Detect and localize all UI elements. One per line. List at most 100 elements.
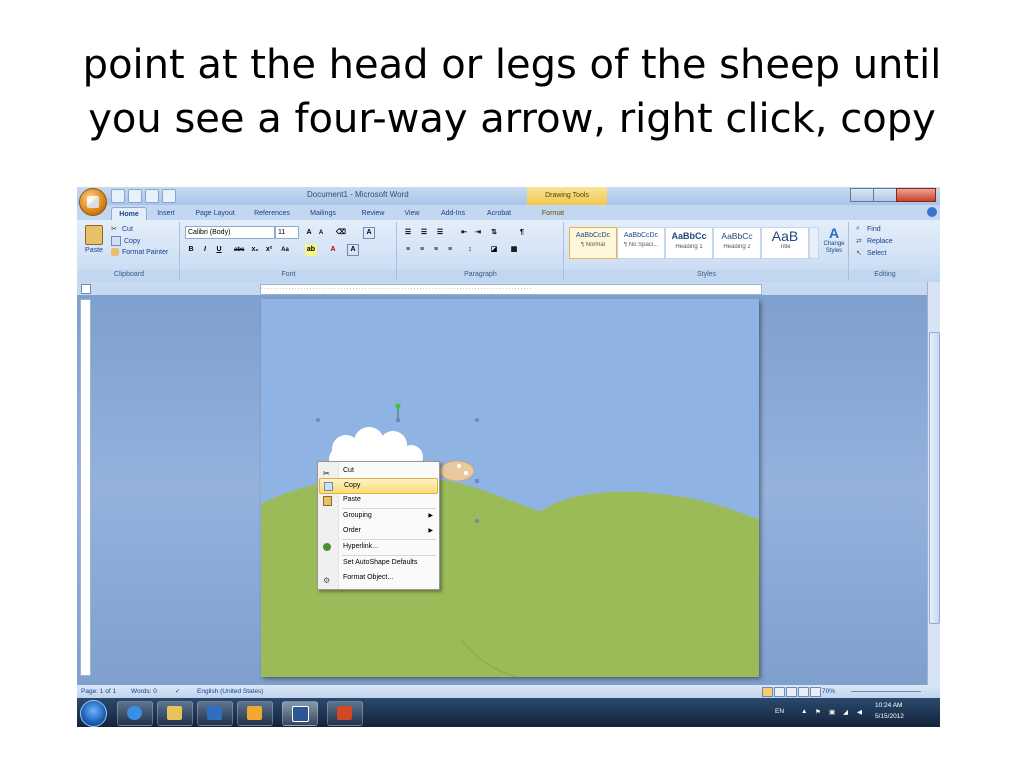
numbering-icon[interactable]: ☰ <box>418 227 430 239</box>
multilevel-list-icon[interactable]: ☰ <box>434 227 446 239</box>
find-button[interactable]: ⌕ Find <box>856 225 881 233</box>
minimize-button[interactable] <box>850 188 874 202</box>
undo-icon[interactable] <box>128 189 142 203</box>
font-name-select[interactable]: Calibri (Body) <box>185 226 275 239</box>
font-size-select[interactable]: 11 <box>275 226 299 239</box>
styles-scroll[interactable] <box>809 227 819 259</box>
copy-button[interactable]: Copy <box>111 236 140 246</box>
character-style-icon[interactable]: A <box>363 227 375 239</box>
increase-indent-icon[interactable]: ⇥ <box>472 227 484 239</box>
page-count[interactable]: Page: 1 of 1 <box>81 685 116 698</box>
tab-review[interactable]: Review <box>357 207 389 220</box>
style-title[interactable]: AaB Title <box>761 227 809 259</box>
show-hide-icon[interactable]: ¶ <box>516 227 528 239</box>
taskbar-explorer[interactable] <box>157 701 193 726</box>
subscript-icon[interactable]: x₂ <box>249 244 261 256</box>
grow-font-icon[interactable]: A <box>303 227 315 239</box>
decrease-indent-icon[interactable]: ⇤ <box>458 227 470 239</box>
clear-format-icon[interactable]: ⌫ <box>335 227 347 239</box>
taskbar-word[interactable] <box>282 701 318 726</box>
shrink-font-icon[interactable]: A <box>315 227 327 239</box>
tab-view[interactable]: View <box>399 207 425 220</box>
paste-button[interactable]: Paste <box>83 225 105 263</box>
network-icon[interactable]: ▣ <box>829 708 835 716</box>
tab-mailings[interactable]: Mailings <box>305 207 341 220</box>
save-icon[interactable] <box>111 189 125 203</box>
action-center-flag-icon[interactable]: ⚑ <box>815 708 821 716</box>
help-icon[interactable] <box>927 207 937 217</box>
italic-icon[interactable]: I <box>199 244 211 256</box>
full-screen-reading-icon[interactable] <box>774 687 785 697</box>
justify-icon[interactable]: ≡ <box>444 244 456 256</box>
format-painter-button[interactable]: Format Painter <box>111 248 168 256</box>
zoom-level[interactable]: 70% <box>822 685 835 698</box>
menu-item-copy[interactable]: Copy <box>319 478 438 494</box>
change-case-icon[interactable]: Aa <box>279 244 291 256</box>
clock-date[interactable]: 5/15/2012 <box>875 713 904 720</box>
taskbar-powerpoint[interactable] <box>327 701 363 726</box>
bold-icon[interactable]: B <box>185 244 197 256</box>
maximize-button[interactable] <box>873 188 897 202</box>
language-indicator[interactable]: EN <box>775 708 784 715</box>
character-shading-icon[interactable]: A <box>347 244 359 256</box>
start-button[interactable] <box>80 700 107 727</box>
style-heading-2[interactable]: AaBbCc Heading 2 <box>713 227 761 259</box>
vertical-scrollbar[interactable] <box>927 282 940 685</box>
vertical-ruler[interactable] <box>80 299 91 676</box>
draft-icon[interactable] <box>810 687 821 697</box>
tab-references[interactable]: References <box>249 207 295 220</box>
cut-button[interactable]: ✂ Cut <box>111 225 133 233</box>
replace-button[interactable]: ⇄ Replace <box>856 237 893 245</box>
menu-item-cut[interactable]: ✂ Cut <box>319 464 438 478</box>
select-button[interactable]: ↖ Select <box>856 249 886 257</box>
font-color-icon[interactable]: A <box>327 244 339 256</box>
menu-item-hyperlink[interactable]: Hyperlink... <box>319 540 438 554</box>
tab-format[interactable]: Format <box>535 207 571 220</box>
show-hidden-icons-icon[interactable]: ▲ <box>801 708 807 715</box>
style-heading-1[interactable]: AaBbCc Heading 1 <box>665 227 713 259</box>
tab-acrobat[interactable]: Acrobat <box>481 207 517 220</box>
borders-icon[interactable]: ▦ <box>508 244 520 256</box>
new-document-icon[interactable] <box>162 189 176 203</box>
redo-icon[interactable] <box>145 189 159 203</box>
tab-insert[interactable]: Insert <box>149 207 183 220</box>
highlight-icon[interactable]: ab <box>305 244 317 256</box>
underline-icon[interactable]: U <box>213 244 225 256</box>
volume-icon[interactable]: ◀ <box>857 708 862 716</box>
align-left-icon[interactable]: ≡ <box>402 244 414 256</box>
clock-time[interactable]: 10:24 AM <box>875 702 902 709</box>
menu-item-order[interactable]: Order ▶ <box>319 524 438 538</box>
style-normal[interactable]: AaBbCcDc ¶ Normal <box>569 227 617 259</box>
superscript-icon[interactable]: x² <box>263 244 275 256</box>
word-count[interactable]: Words: 0 <box>131 685 157 698</box>
strikethrough-icon[interactable]: abc <box>233 244 245 256</box>
web-layout-icon[interactable] <box>786 687 797 697</box>
signal-icon[interactable]: ◢ <box>843 708 848 716</box>
zoom-slider[interactable] <box>851 691 921 692</box>
tab-add-ins[interactable]: Add-Ins <box>435 207 471 220</box>
tab-home[interactable]: Home <box>111 207 147 221</box>
menu-item-format-object[interactable]: ⚙ Format Object... <box>319 571 438 585</box>
print-layout-icon[interactable] <box>762 687 773 697</box>
proofing-icon[interactable]: ✓ <box>175 685 180 698</box>
line-spacing-icon[interactable]: ↕ <box>464 244 476 256</box>
taskbar-app[interactable] <box>237 701 273 726</box>
outline-icon[interactable] <box>798 687 809 697</box>
horizontal-ruler[interactable]: · · · · · · · · · · · · · · · · · · · · … <box>260 284 762 295</box>
language-status[interactable]: English (United States) <box>197 685 263 698</box>
sort-icon[interactable]: ⇅ <box>488 227 500 239</box>
tab-selector-icon[interactable] <box>81 284 91 294</box>
align-right-icon[interactable]: ≡ <box>430 244 442 256</box>
align-center-icon[interactable]: ≡ <box>416 244 428 256</box>
close-button[interactable] <box>896 188 936 202</box>
taskbar-media-player[interactable] <box>197 701 233 726</box>
scroll-thumb[interactable] <box>929 332 940 624</box>
menu-item-grouping[interactable]: Grouping ▶ <box>319 509 438 523</box>
change-styles-button[interactable]: A Change Styles <box>821 225 847 255</box>
shading-icon[interactable]: ◪ <box>488 244 500 256</box>
menu-item-paste[interactable]: Paste <box>319 493 438 507</box>
menu-item-set-autoshape-defaults[interactable]: Set AutoShape Defaults <box>319 556 438 570</box>
office-button[interactable] <box>79 188 107 216</box>
taskbar-internet-explorer[interactable] <box>117 701 153 726</box>
bullets-icon[interactable]: ☰ <box>402 227 414 239</box>
